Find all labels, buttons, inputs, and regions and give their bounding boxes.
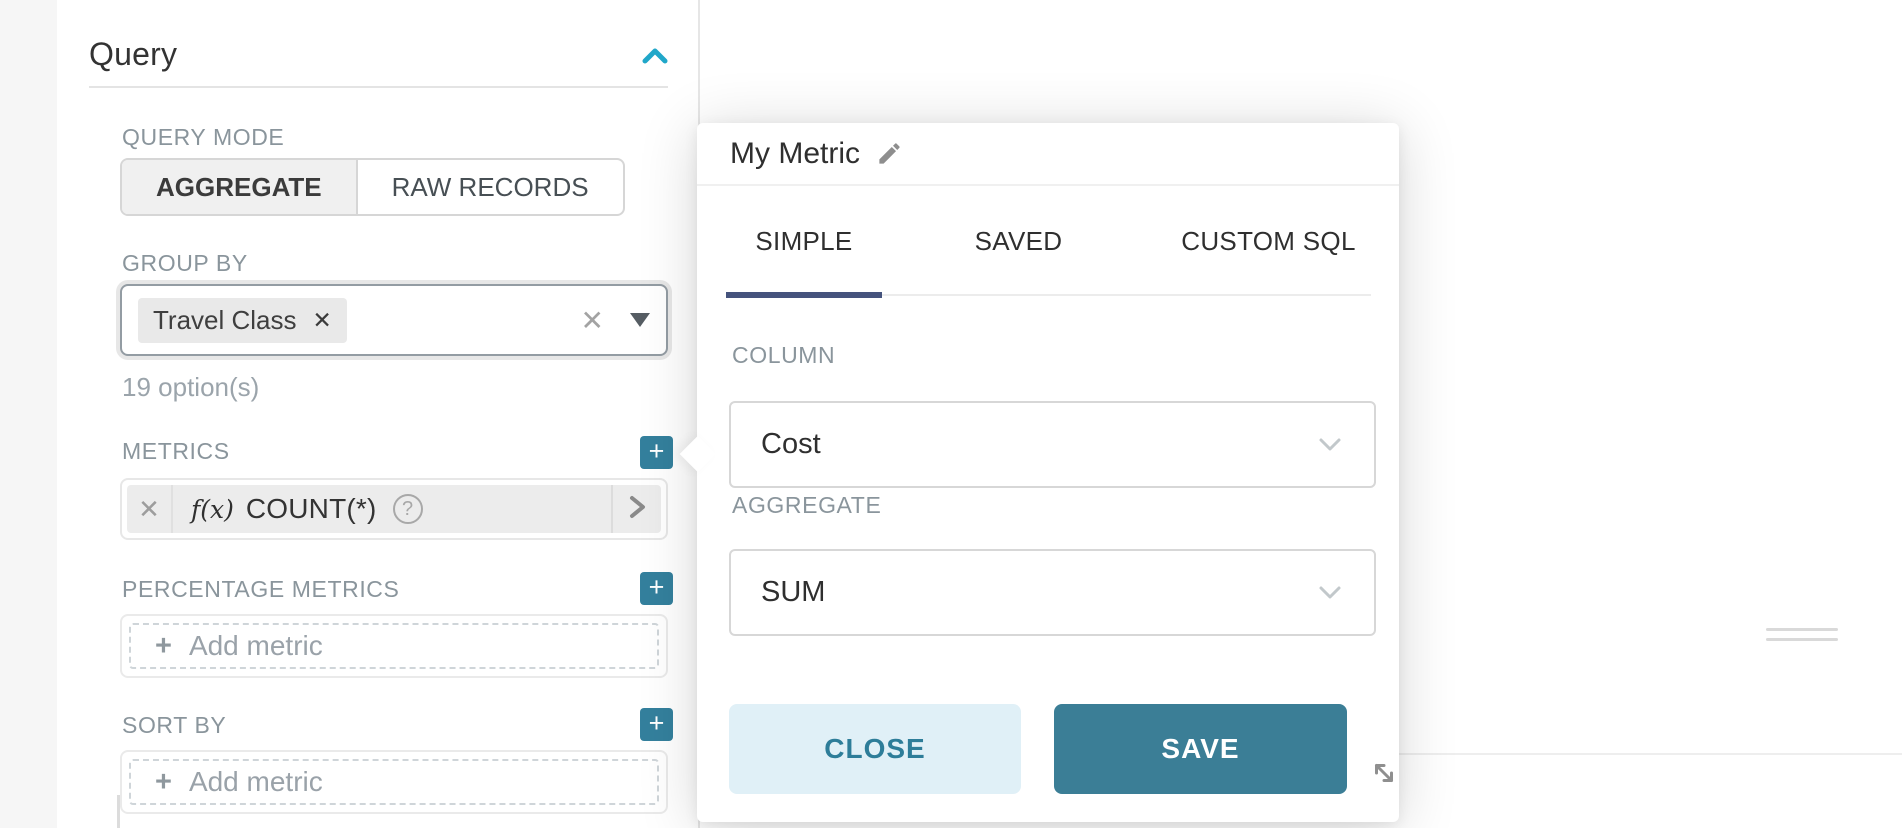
add-sort-by-button[interactable]: +: [640, 708, 673, 741]
collapse-query-button[interactable]: [638, 42, 672, 72]
plus-icon: +: [155, 766, 172, 799]
metric-pill[interactable]: ✕ f(x) COUNT(*) ?: [127, 485, 661, 533]
metric-edit-popover: My Metric SIMPLE SAVED CUSTOM SQL COLUMN…: [697, 123, 1399, 822]
metrics-dropzone: ✕ f(x) COUNT(*) ?: [120, 478, 668, 540]
chevron-up-icon: [638, 59, 672, 76]
caret-down-icon[interactable]: [630, 313, 650, 327]
save-button[interactable]: SAVE: [1054, 704, 1347, 794]
group-by-options-count: 19 option(s): [122, 372, 259, 403]
superset-explore: Query QUERY MODE AGGREGATE RAW RECORDS G…: [0, 0, 1902, 828]
sort-by-dropzone[interactable]: + Add metric: [120, 750, 668, 814]
query-mode-toggle: AGGREGATE RAW RECORDS: [120, 158, 625, 216]
aggregate-select-value: SUM: [761, 576, 1316, 609]
query-mode-raw-records-button[interactable]: RAW RECORDS: [358, 160, 623, 214]
chevron-down-icon: [1316, 584, 1344, 602]
expand-resize-icon[interactable]: [1369, 756, 1399, 790]
left-gutter: [0, 0, 57, 828]
metrics-label: METRICS: [122, 438, 230, 465]
popover-header: My Metric: [697, 123, 1399, 186]
tab-simple[interactable]: SIMPLE: [726, 226, 882, 257]
clear-select-icon[interactable]: ✕: [581, 304, 604, 337]
plus-icon: +: [155, 630, 172, 663]
help-icon: ?: [393, 494, 423, 524]
group-by-tag-label: Travel Class: [153, 305, 297, 336]
edit-pencil-icon[interactable]: [876, 140, 903, 167]
add-percentage-metric-button[interactable]: +: [640, 572, 673, 605]
query-mode-aggregate-button[interactable]: AGGREGATE: [122, 160, 358, 214]
tab-saved[interactable]: SAVED: [946, 226, 1091, 257]
resize-drag-handle[interactable]: [1766, 628, 1838, 641]
add-metric-button[interactable]: +: [640, 436, 673, 469]
popover-title: My Metric: [730, 137, 860, 171]
aggregate-select[interactable]: SUM: [729, 549, 1376, 636]
metric-name: COUNT(*): [246, 493, 377, 525]
column-label: COLUMN: [732, 342, 835, 369]
add-metric-placeholder: Add metric: [189, 766, 323, 798]
metric-expand-control[interactable]: [611, 485, 661, 533]
add-metric-placeholder: Add metric: [189, 630, 323, 662]
sort-by-label: SORT BY: [122, 712, 226, 739]
column-select-value: Cost: [761, 428, 1316, 461]
query-mode-label: QUERY MODE: [122, 124, 284, 151]
group-by-tag: Travel Class ✕: [138, 298, 347, 343]
column-select[interactable]: Cost: [729, 401, 1376, 488]
popover-tabs: SIMPLE SAVED CUSTOM SQL: [726, 226, 1382, 257]
function-icon: f(x): [191, 495, 234, 524]
group-by-select[interactable]: Travel Class ✕ ✕: [120, 284, 668, 356]
percentage-metrics-dropzone[interactable]: + Add metric: [120, 614, 668, 678]
chevron-right-icon: [624, 492, 650, 527]
query-section-title: Query: [89, 36, 177, 73]
remove-metric-icon[interactable]: ✕: [127, 485, 173, 533]
active-tab-ink-bar: [726, 292, 882, 298]
close-button[interactable]: CLOSE: [729, 704, 1021, 794]
group-by-label: GROUP BY: [122, 250, 248, 277]
percentage-metrics-label: PERCENTAGE METRICS: [122, 576, 399, 603]
chevron-down-icon: [1316, 436, 1344, 454]
popover-arrow: [680, 436, 717, 473]
aggregate-label: AGGREGATE: [732, 492, 881, 519]
remove-tag-icon[interactable]: ✕: [313, 307, 332, 334]
tab-custom-sql[interactable]: CUSTOM SQL: [1155, 226, 1382, 257]
query-section-divider: [89, 86, 668, 88]
